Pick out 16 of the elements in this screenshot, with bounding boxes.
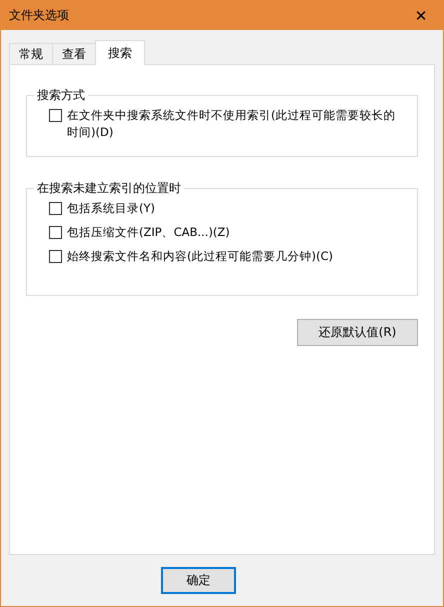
tab[interactable]: 常规 [9,43,53,65]
restore-defaults-button[interactable]: 还原默认值(R) [297,319,418,346]
option-label: 在文件夹中搜索系统文件时不使用索引(此过程可能需要较长的时间)(D) [67,107,396,141]
group-title: 搜索方式 [36,87,86,104]
option-label: 包括系统目录(Y) [67,200,155,217]
ok-button[interactable]: 确定 [161,567,236,594]
close-button[interactable]: ✕ [399,1,443,30]
option-label: 包括压缩文件(ZIP、CAB...)(Z) [67,224,230,241]
checkbox[interactable] [49,226,62,239]
group-title: 在搜索未建立索引的位置时 [36,180,182,197]
window-title: 文件夹选项 [9,7,69,24]
tab[interactable]: 搜索 [95,40,145,65]
checkbox[interactable] [49,250,62,263]
option-label: 始终搜索文件名和内容(此过程可能需要几分钟)(C) [67,248,333,265]
checkbox[interactable] [49,202,62,215]
checkbox[interactable] [49,109,62,122]
